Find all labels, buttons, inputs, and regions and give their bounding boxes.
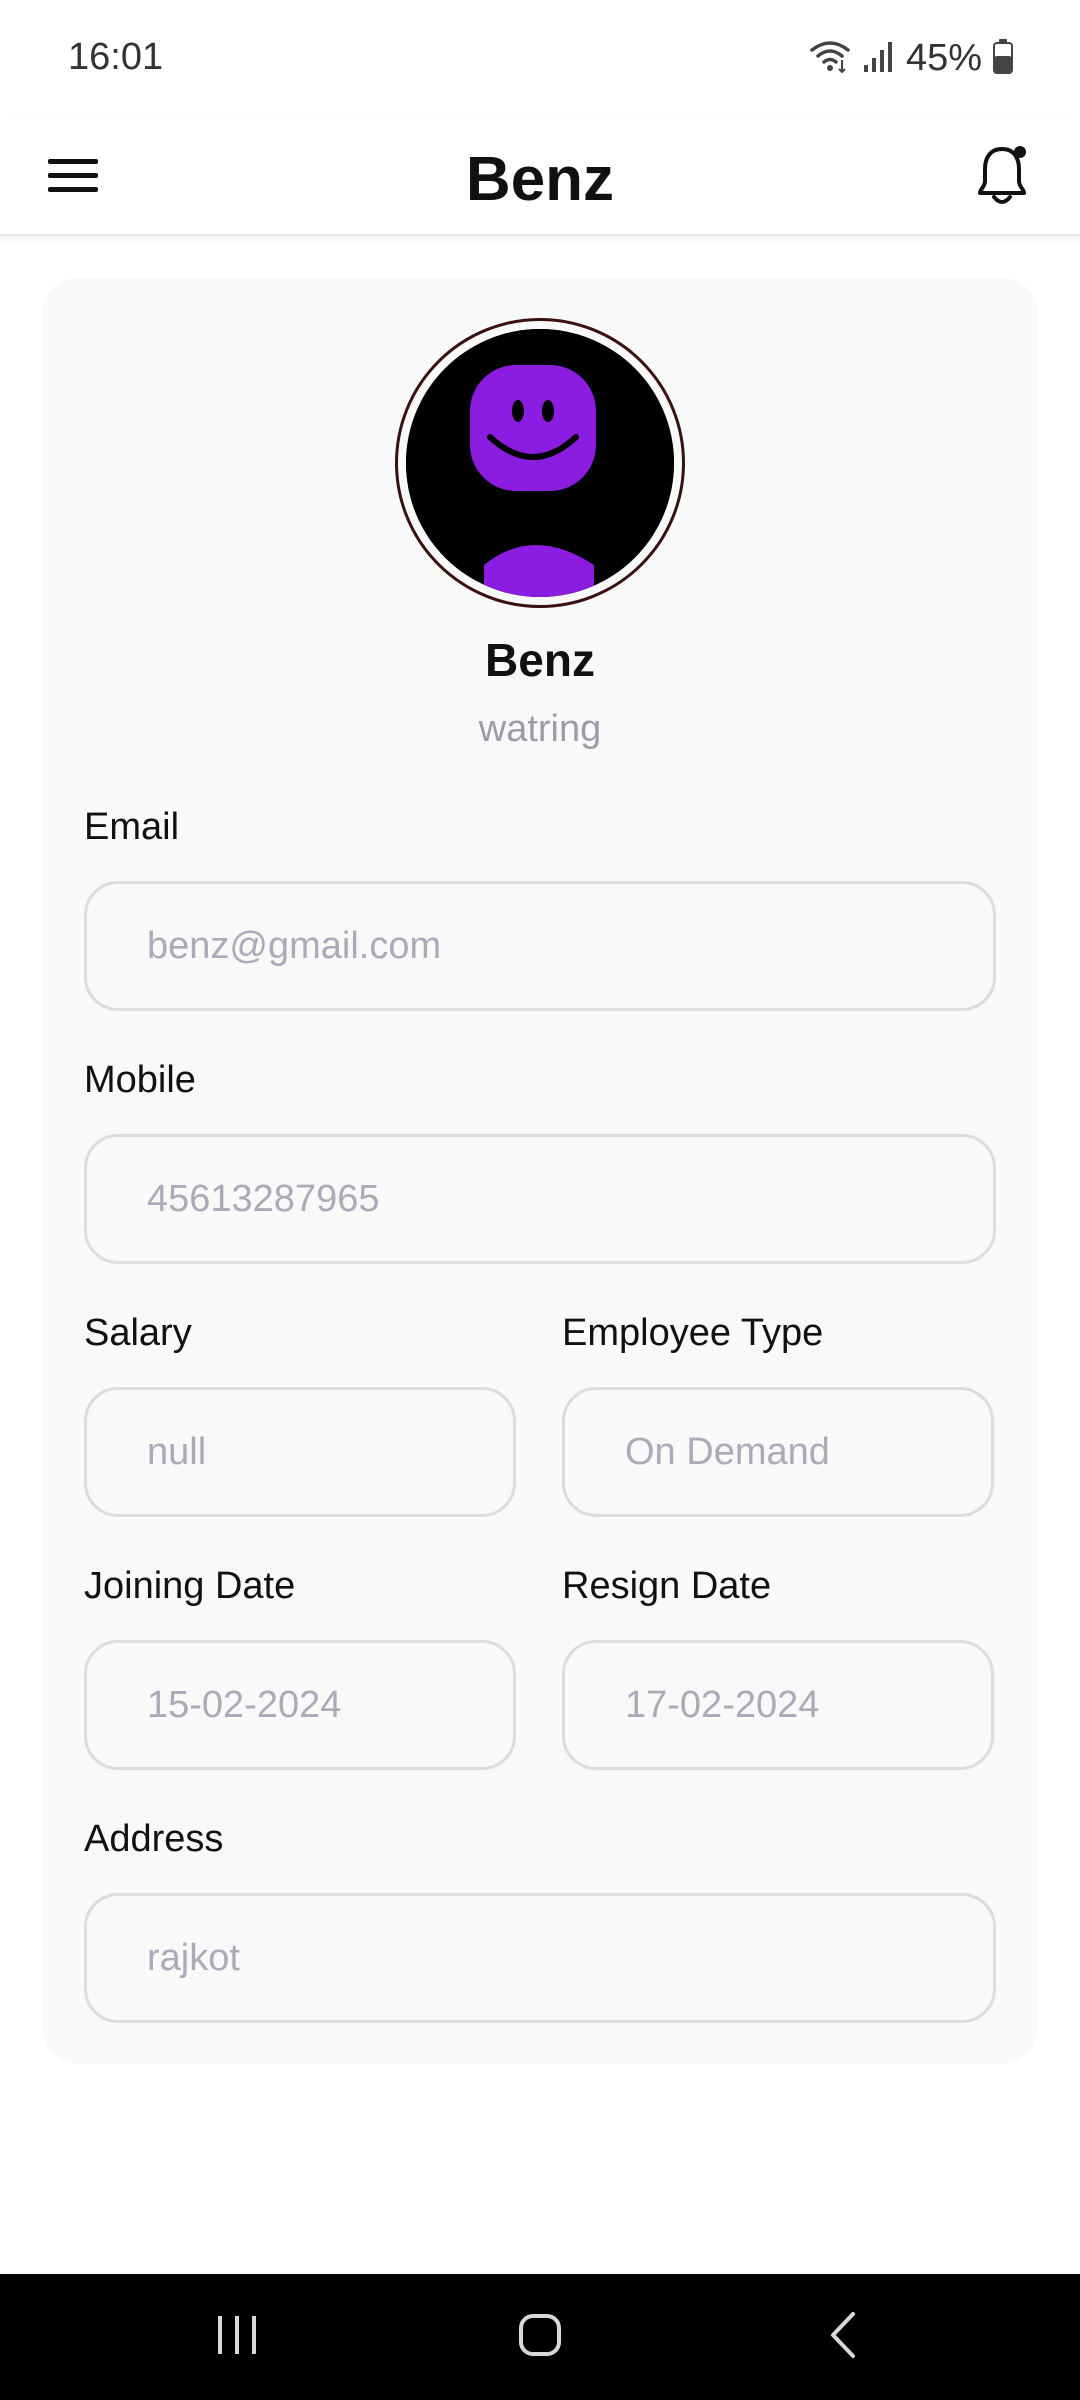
recent-apps-button[interactable] [192, 2302, 282, 2372]
page-title: Benz [465, 145, 615, 214]
resign-date-field[interactable]: 17-02-2024 [562, 1640, 994, 1770]
joining-date-value: 15-02-2024 [147, 1683, 342, 1726]
home-icon [518, 2313, 562, 2362]
system-nav-bar [0, 2274, 1080, 2400]
mobile-field[interactable]: 45613287965 [84, 1134, 996, 1264]
address-label: Address [84, 1818, 224, 1860]
resign-date-value: 17-02-2024 [625, 1683, 820, 1726]
status-indicators: 45% [808, 34, 1014, 82]
wifi-icon [808, 38, 852, 79]
smiley-avatar-icon [406, 329, 674, 597]
address-field[interactable]: rajkot [84, 1893, 996, 2023]
bell-icon [974, 143, 1030, 214]
recent-apps-icon [214, 2314, 260, 2361]
email-value: benz@gmail.com [147, 924, 442, 967]
email-field[interactable]: benz@gmail.com [84, 881, 996, 1011]
app-bar: Benz [0, 120, 1080, 236]
avatar [406, 329, 674, 597]
status-bar: 16:01 45% [0, 0, 1080, 120]
mobile-value: 45613287965 [147, 1177, 380, 1220]
avatar-frame[interactable] [395, 318, 685, 608]
profile-card: Benz watring Email benz@gmail.com Mobile… [42, 278, 1038, 2064]
salary-field[interactable]: null [84, 1387, 516, 1517]
joining-date-field[interactable]: 15-02-2024 [84, 1640, 516, 1770]
profile-name: Benz [485, 634, 595, 686]
salary-value: null [147, 1430, 207, 1473]
mobile-label: Mobile [84, 1059, 196, 1101]
profile-role: watring [478, 708, 602, 750]
notification-button[interactable] [966, 136, 1038, 220]
status-time: 16:01 [68, 36, 164, 78]
home-button[interactable] [495, 2302, 585, 2372]
salary-label: Salary [84, 1312, 192, 1354]
joining-date-label: Joining Date [84, 1565, 296, 1607]
email-label: Email [84, 806, 180, 848]
employee-type-label: Employee Type [562, 1312, 824, 1354]
signal-icon [862, 39, 896, 78]
employee-type-field[interactable]: On Demand [562, 1387, 994, 1517]
address-value: rajkot [147, 1936, 240, 1979]
employee-type-value: On Demand [625, 1430, 830, 1473]
back-button[interactable] [798, 2302, 888, 2372]
battery-percentage: 45% [905, 36, 982, 79]
resign-date-label: Resign Date [562, 1565, 772, 1607]
battery-icon [992, 38, 1014, 79]
profile-screen: 16:01 45% Benz Benz watring Email benz@g… [0, 0, 1080, 2400]
back-icon [828, 2311, 858, 2364]
